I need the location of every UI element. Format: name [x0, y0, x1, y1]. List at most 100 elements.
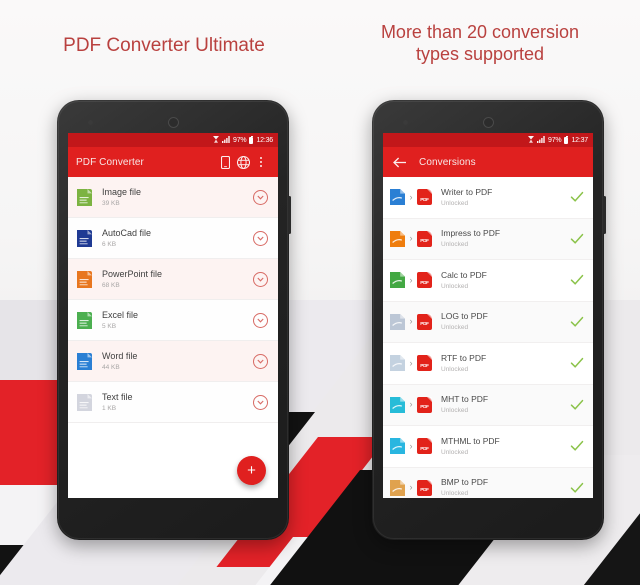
pdf-label: PDF: [420, 279, 429, 285]
signal-icon: [537, 135, 545, 145]
headline-right-line-1: More than 20 conversion: [380, 22, 580, 42]
check-icon: [570, 439, 584, 453]
autocad-file-icon: [77, 229, 92, 247]
arrow-right-icon: ›: [409, 316, 413, 327]
power-button[interactable]: [603, 196, 606, 234]
battery-icon: [249, 135, 254, 144]
screen-left: 97% 12:36 PDF Converter Image file 39 KB…: [68, 133, 278, 498]
arrow-right-icon: ›: [409, 191, 413, 202]
chevron-down-icon[interactable]: [253, 230, 268, 246]
headline-left: PDF Converter Ultimate: [63, 35, 265, 56]
file-meta: PowerPoint file 68 KB: [102, 269, 253, 288]
add-file-fab[interactable]: +: [237, 456, 266, 485]
file-meta: Word file 44 KB: [102, 351, 253, 370]
clock-left: 12:36: [256, 136, 273, 144]
conversion-row[interactable]: › PDF MHT to PDF Unlocked: [383, 384, 593, 426]
file-row[interactable]: Image file 39 KB: [68, 177, 278, 218]
file-size: 68 KB: [102, 281, 120, 289]
conversion-meta: RTF to PDF Unlocked: [441, 354, 570, 373]
conversion-name: MHT to PDF: [441, 395, 489, 405]
file-row[interactable]: Word file 44 KB: [68, 341, 278, 382]
file-size: 1 KB: [102, 404, 117, 412]
phone-mockup-left: 97% 12:36 PDF Converter Image file 39 KB…: [57, 100, 291, 540]
file-row[interactable]: Text file 1 KB: [68, 382, 278, 423]
conversion-meta: BMP to PDF Unlocked: [441, 478, 570, 497]
conversion-status: Unlocked: [441, 448, 469, 456]
conversion-row[interactable]: › PDF Impress to PDF Unlocked: [383, 218, 593, 260]
bmp-file-icon: [390, 479, 405, 496]
app-bar-left: PDF Converter: [68, 147, 278, 177]
file-row[interactable]: Excel file 5 KB: [68, 300, 278, 341]
powerpoint-file-icon: [77, 270, 92, 288]
clock-right: 12:37: [571, 136, 588, 144]
file-row[interactable]: AutoCad file 6 KB: [68, 218, 278, 259]
chevron-down-icon[interactable]: [253, 394, 268, 410]
conversion-meta: MTHML to PDF Unlocked: [441, 437, 570, 456]
conversion-meta: Impress to PDF Unlocked: [441, 229, 570, 248]
file-row[interactable]: PowerPoint file 68 KB: [68, 259, 278, 300]
conversion-name: RTF to PDF: [441, 353, 487, 363]
check-icon: [570, 232, 584, 246]
text-file-icon: [77, 393, 92, 411]
file-size: 6 KB: [102, 240, 117, 248]
pdf-label: PDF: [420, 445, 429, 451]
pdf-label: PDF: [420, 196, 429, 202]
conversion-row[interactable]: › PDF LOG to PDF Unlocked: [383, 301, 593, 343]
word-file-icon: [77, 352, 92, 370]
pdf-label: PDF: [420, 487, 429, 493]
conversion-row[interactable]: › PDF RTF to PDF Unlocked: [383, 343, 593, 385]
power-button[interactable]: [288, 196, 291, 234]
arrow-right-icon: ›: [409, 482, 413, 493]
file-name: Text file: [102, 392, 133, 403]
conversion-row[interactable]: › PDF MTHML to PDF Unlocked: [383, 426, 593, 468]
file-meta: AutoCad file 6 KB: [102, 228, 253, 247]
phone-mockup-right: 97% 12:37 Conversions › PDF Writer to PDF U…: [372, 100, 606, 540]
phone-icon[interactable]: [216, 153, 234, 171]
conversion-row[interactable]: › PDF BMP to PDF Unlocked: [383, 467, 593, 498]
earpiece-speaker-icon: [168, 117, 179, 128]
conversion-meta: Writer to PDF Unlocked: [441, 188, 570, 207]
conversion-name: LOG to PDF: [441, 312, 488, 322]
chevron-down-icon[interactable]: [253, 271, 268, 287]
conversion-row[interactable]: › PDF Calc to PDF Unlocked: [383, 260, 593, 302]
chevron-down-icon[interactable]: [253, 189, 268, 205]
battery-icon: [564, 135, 569, 144]
pdf-label: PDF: [420, 362, 429, 368]
file-list[interactable]: Image file 39 KB AutoCad file 6 KB PowerPoin…: [68, 177, 278, 423]
pdf-file-icon: PDF: [417, 355, 432, 372]
pdf-file-icon: PDF: [417, 230, 432, 247]
conversion-status: Unlocked: [441, 241, 469, 249]
mthml-file-icon: [390, 438, 405, 455]
globe-icon[interactable]: [234, 153, 252, 171]
signal-icon: [222, 135, 230, 145]
file-size: 44 KB: [102, 363, 120, 371]
check-icon: [570, 190, 584, 204]
pdf-file-icon: PDF: [417, 313, 432, 330]
file-name: AutoCad file: [102, 228, 152, 239]
conversion-status: Unlocked: [441, 324, 469, 332]
arrow-right-icon: ›: [409, 274, 413, 285]
conversion-row[interactable]: › PDF Writer to PDF Unlocked: [383, 177, 593, 219]
pdf-file-icon: PDF: [417, 189, 432, 206]
overflow-menu-icon[interactable]: [252, 153, 270, 171]
conversion-meta: MHT to PDF Unlocked: [441, 395, 570, 414]
conversion-list[interactable]: › PDF Writer to PDF Unlocked › PDF Impress to …: [383, 177, 593, 498]
pdf-file-icon: PDF: [417, 479, 432, 496]
conversion-status: Unlocked: [441, 282, 469, 290]
battery-percent-right: 97%: [548, 136, 562, 144]
headline-right: More than 20 conversion types supported: [330, 22, 630, 66]
check-icon: [570, 398, 584, 412]
file-meta: Text file 1 KB: [102, 392, 253, 411]
cast-icon: [528, 135, 535, 145]
conversion-name: Writer to PDF: [441, 187, 493, 197]
arrow-right-icon: ›: [409, 399, 413, 410]
file-size: 5 KB: [102, 322, 117, 330]
file-name: Excel file: [102, 310, 139, 321]
chevron-down-icon[interactable]: [253, 312, 268, 328]
check-icon: [570, 273, 584, 287]
file-name: Word file: [102, 351, 138, 362]
back-arrow-icon[interactable]: [391, 153, 409, 171]
status-bar-left: 97% 12:36: [68, 133, 278, 147]
pdf-file-icon: PDF: [417, 272, 432, 289]
chevron-down-icon[interactable]: [253, 353, 268, 369]
